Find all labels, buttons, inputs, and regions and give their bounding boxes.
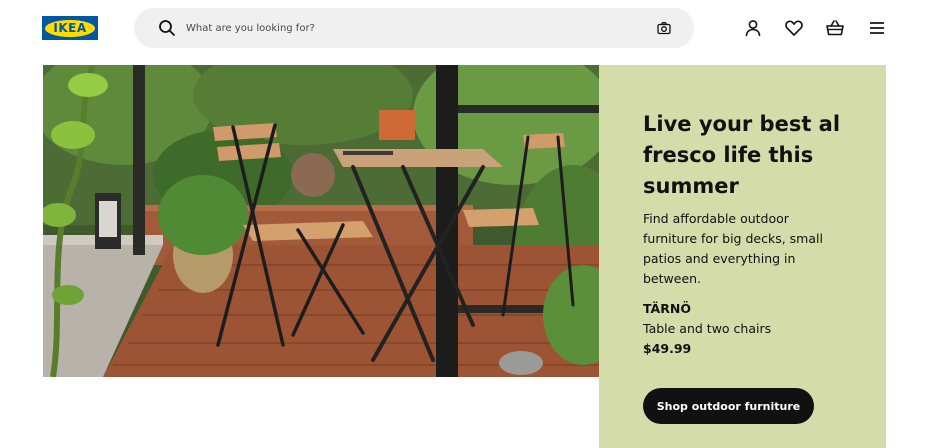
promo-panel: Live your best al fresco life this summe… <box>599 65 886 448</box>
patio-illustration <box>43 65 599 377</box>
heart-icon[interactable] <box>783 17 805 39</box>
profile-icon[interactable] <box>742 17 764 39</box>
menu-icon[interactable] <box>866 17 888 39</box>
search-bar[interactable] <box>134 8 694 48</box>
promo-description: Find affordable outdoor furniture for bi… <box>643 211 823 286</box>
site-header: IKEA <box>0 0 930 58</box>
product-price: $49.99 <box>643 341 692 356</box>
product-name[interactable]: TÄRNÖ <box>643 301 691 316</box>
search-input[interactable] <box>186 16 636 40</box>
shop-outdoor-furniture-button[interactable]: Shop outdoor furniture <box>643 388 814 424</box>
promo-title: Live your best al fresco life this summe… <box>643 112 841 198</box>
basket-icon[interactable] <box>824 17 846 39</box>
logo-oval: IKEA <box>45 19 95 37</box>
product-description: Table and two chairs <box>643 321 772 336</box>
logo-text: IKEA <box>53 21 87 35</box>
camera-icon[interactable] <box>656 20 672 36</box>
search-icon[interactable] <box>158 19 176 37</box>
ikea-logo[interactable]: IKEA <box>42 16 98 40</box>
hero-image[interactable] <box>43 65 599 377</box>
